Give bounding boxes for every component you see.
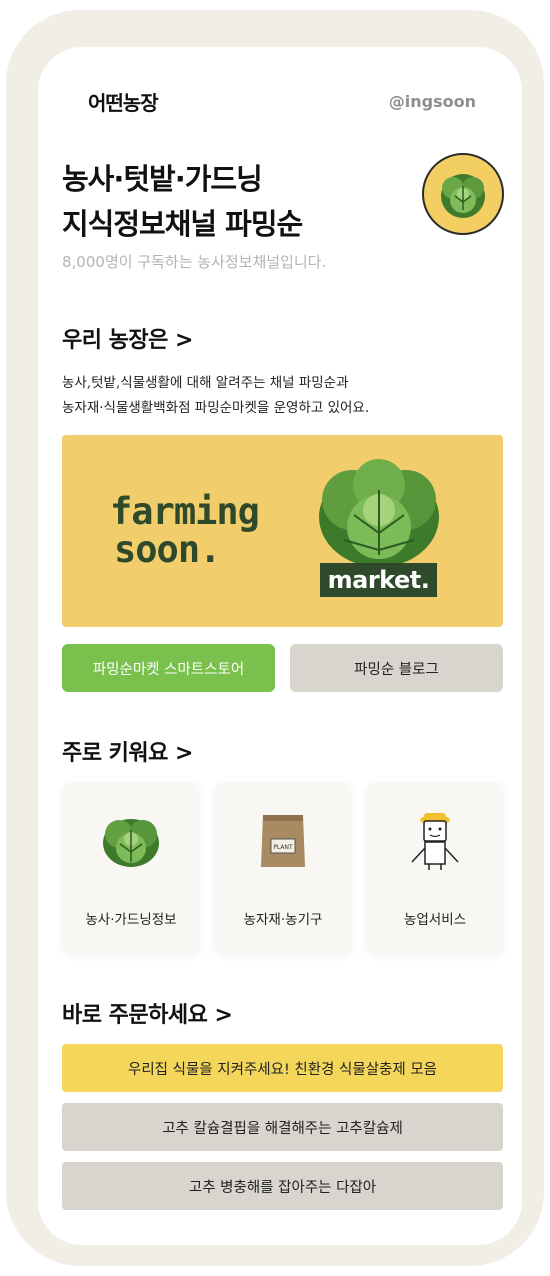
- about-desc-line1: 농사,텃밭,식물생활에 대해 알려주는 채널 파밍순과: [62, 375, 349, 391]
- lettuce-icon: [441, 174, 485, 218]
- about-heading[interactable]: 우리 농장은 >: [62, 322, 193, 354]
- phone-frame: 어떤농장 @ingsoon 농사·텃밭·가드닝 지식정보채널 파밍순 8,000…: [6, 10, 544, 1266]
- page-title-line2: 지식정보채널 파밍순: [62, 207, 303, 241]
- about-desc-line2: 농자재·식물생활백화점 파밍순마켓을 운영하고 있어요.: [62, 400, 370, 416]
- page-title: 농사·텃밭·가드닝 지식정보채널 파밍순: [62, 157, 303, 247]
- lettuce-icon: [96, 806, 166, 876]
- card-farm-supplies[interactable]: PLANT 농자재·농기구: [214, 782, 352, 954]
- brand-logo[interactable]: 어떤농장: [88, 87, 159, 116]
- blog-button[interactable]: 파밍순 블로그: [290, 644, 503, 692]
- order-heading[interactable]: 바로 주문하세요 >: [62, 997, 233, 1029]
- page-title-line1: 농사·텃밭·가드닝: [62, 162, 263, 196]
- farming-soon-wordmark: farming soon.: [110, 490, 260, 571]
- order-item-pepper-pest[interactable]: 고추 병충해를 잡아주는 다잡아: [62, 1162, 503, 1210]
- smartstore-button[interactable]: 파밍순마켓 스마트스토어: [62, 644, 275, 692]
- wordmark-line2: soon.: [114, 528, 221, 571]
- wordmark-line1: farming: [110, 490, 260, 533]
- card-label: 농업서비스: [403, 912, 467, 928]
- order-item-eco-insecticide[interactable]: 우리집 식물을 지켜주세요! 친환경 식물살충제 모음: [62, 1044, 503, 1092]
- market-label: market.: [320, 563, 437, 597]
- phone-screen: 어떤농장 @ingsoon 농사·텃밭·가드닝 지식정보채널 파밍순 8,000…: [38, 47, 522, 1245]
- about-description: 농사,텃밭,식물생활에 대해 알려주는 채널 파밍순과 농자재·식물생활백화점 …: [62, 371, 369, 421]
- farmer-icon: [400, 806, 470, 876]
- seed-bag-icon: PLANT: [248, 806, 318, 876]
- grow-heading[interactable]: 주로 키워요 >: [62, 735, 193, 767]
- avatar[interactable]: [422, 153, 504, 235]
- order-item-pepper-calcium[interactable]: 고추 칼슘결핍을 해결해주는 고추칼슘제: [62, 1103, 503, 1151]
- card-farming-info[interactable]: 농사·가드닝정보: [62, 782, 200, 954]
- card-label: 농자재·농기구: [243, 912, 323, 928]
- card-label: 농사·가드닝정보: [85, 912, 177, 928]
- account-handle[interactable]: @ingsoon: [389, 92, 476, 111]
- subscriber-subtitle: 8,000명이 구독하는 농사정보채널입니다.: [62, 253, 327, 271]
- card-farm-service[interactable]: 농업서비스: [366, 782, 504, 954]
- bag-label: PLANT: [273, 844, 293, 851]
- lettuce-icon: [319, 459, 439, 567]
- farming-soon-market-banner[interactable]: farming soon. market.: [62, 435, 503, 627]
